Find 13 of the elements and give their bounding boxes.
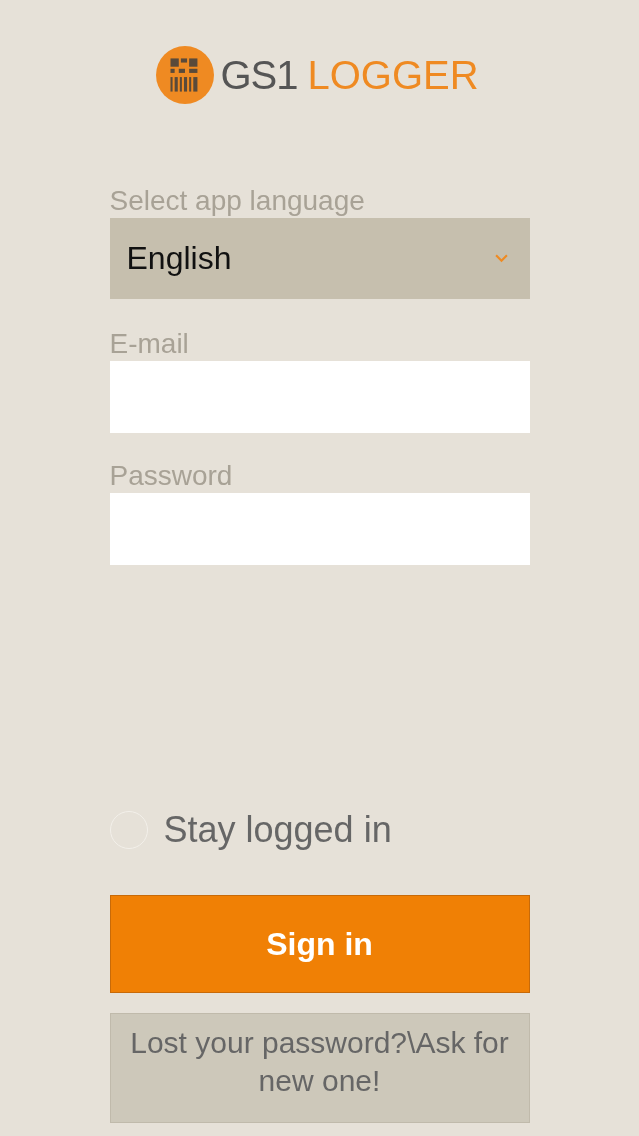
password-label: Password [109, 459, 234, 493]
email-label: E-mail [109, 327, 190, 361]
stay-logged-in-label: Stay logged in [163, 809, 392, 851]
lost-password-button[interactable]: Lost your password?\Ask for new one! [109, 1013, 530, 1123]
logo-product-text: LOGGER [307, 52, 479, 98]
logo-brand-text: GS1 [220, 52, 298, 98]
barcode-logo-icon [156, 46, 215, 104]
sign-in-button[interactable]: Sign in [109, 895, 530, 993]
language-label: Select app language [109, 184, 366, 218]
language-select[interactable]: English [109, 218, 530, 299]
email-input[interactable] [109, 361, 530, 433]
chevron-down-icon [494, 254, 508, 263]
password-input[interactable] [109, 493, 530, 565]
